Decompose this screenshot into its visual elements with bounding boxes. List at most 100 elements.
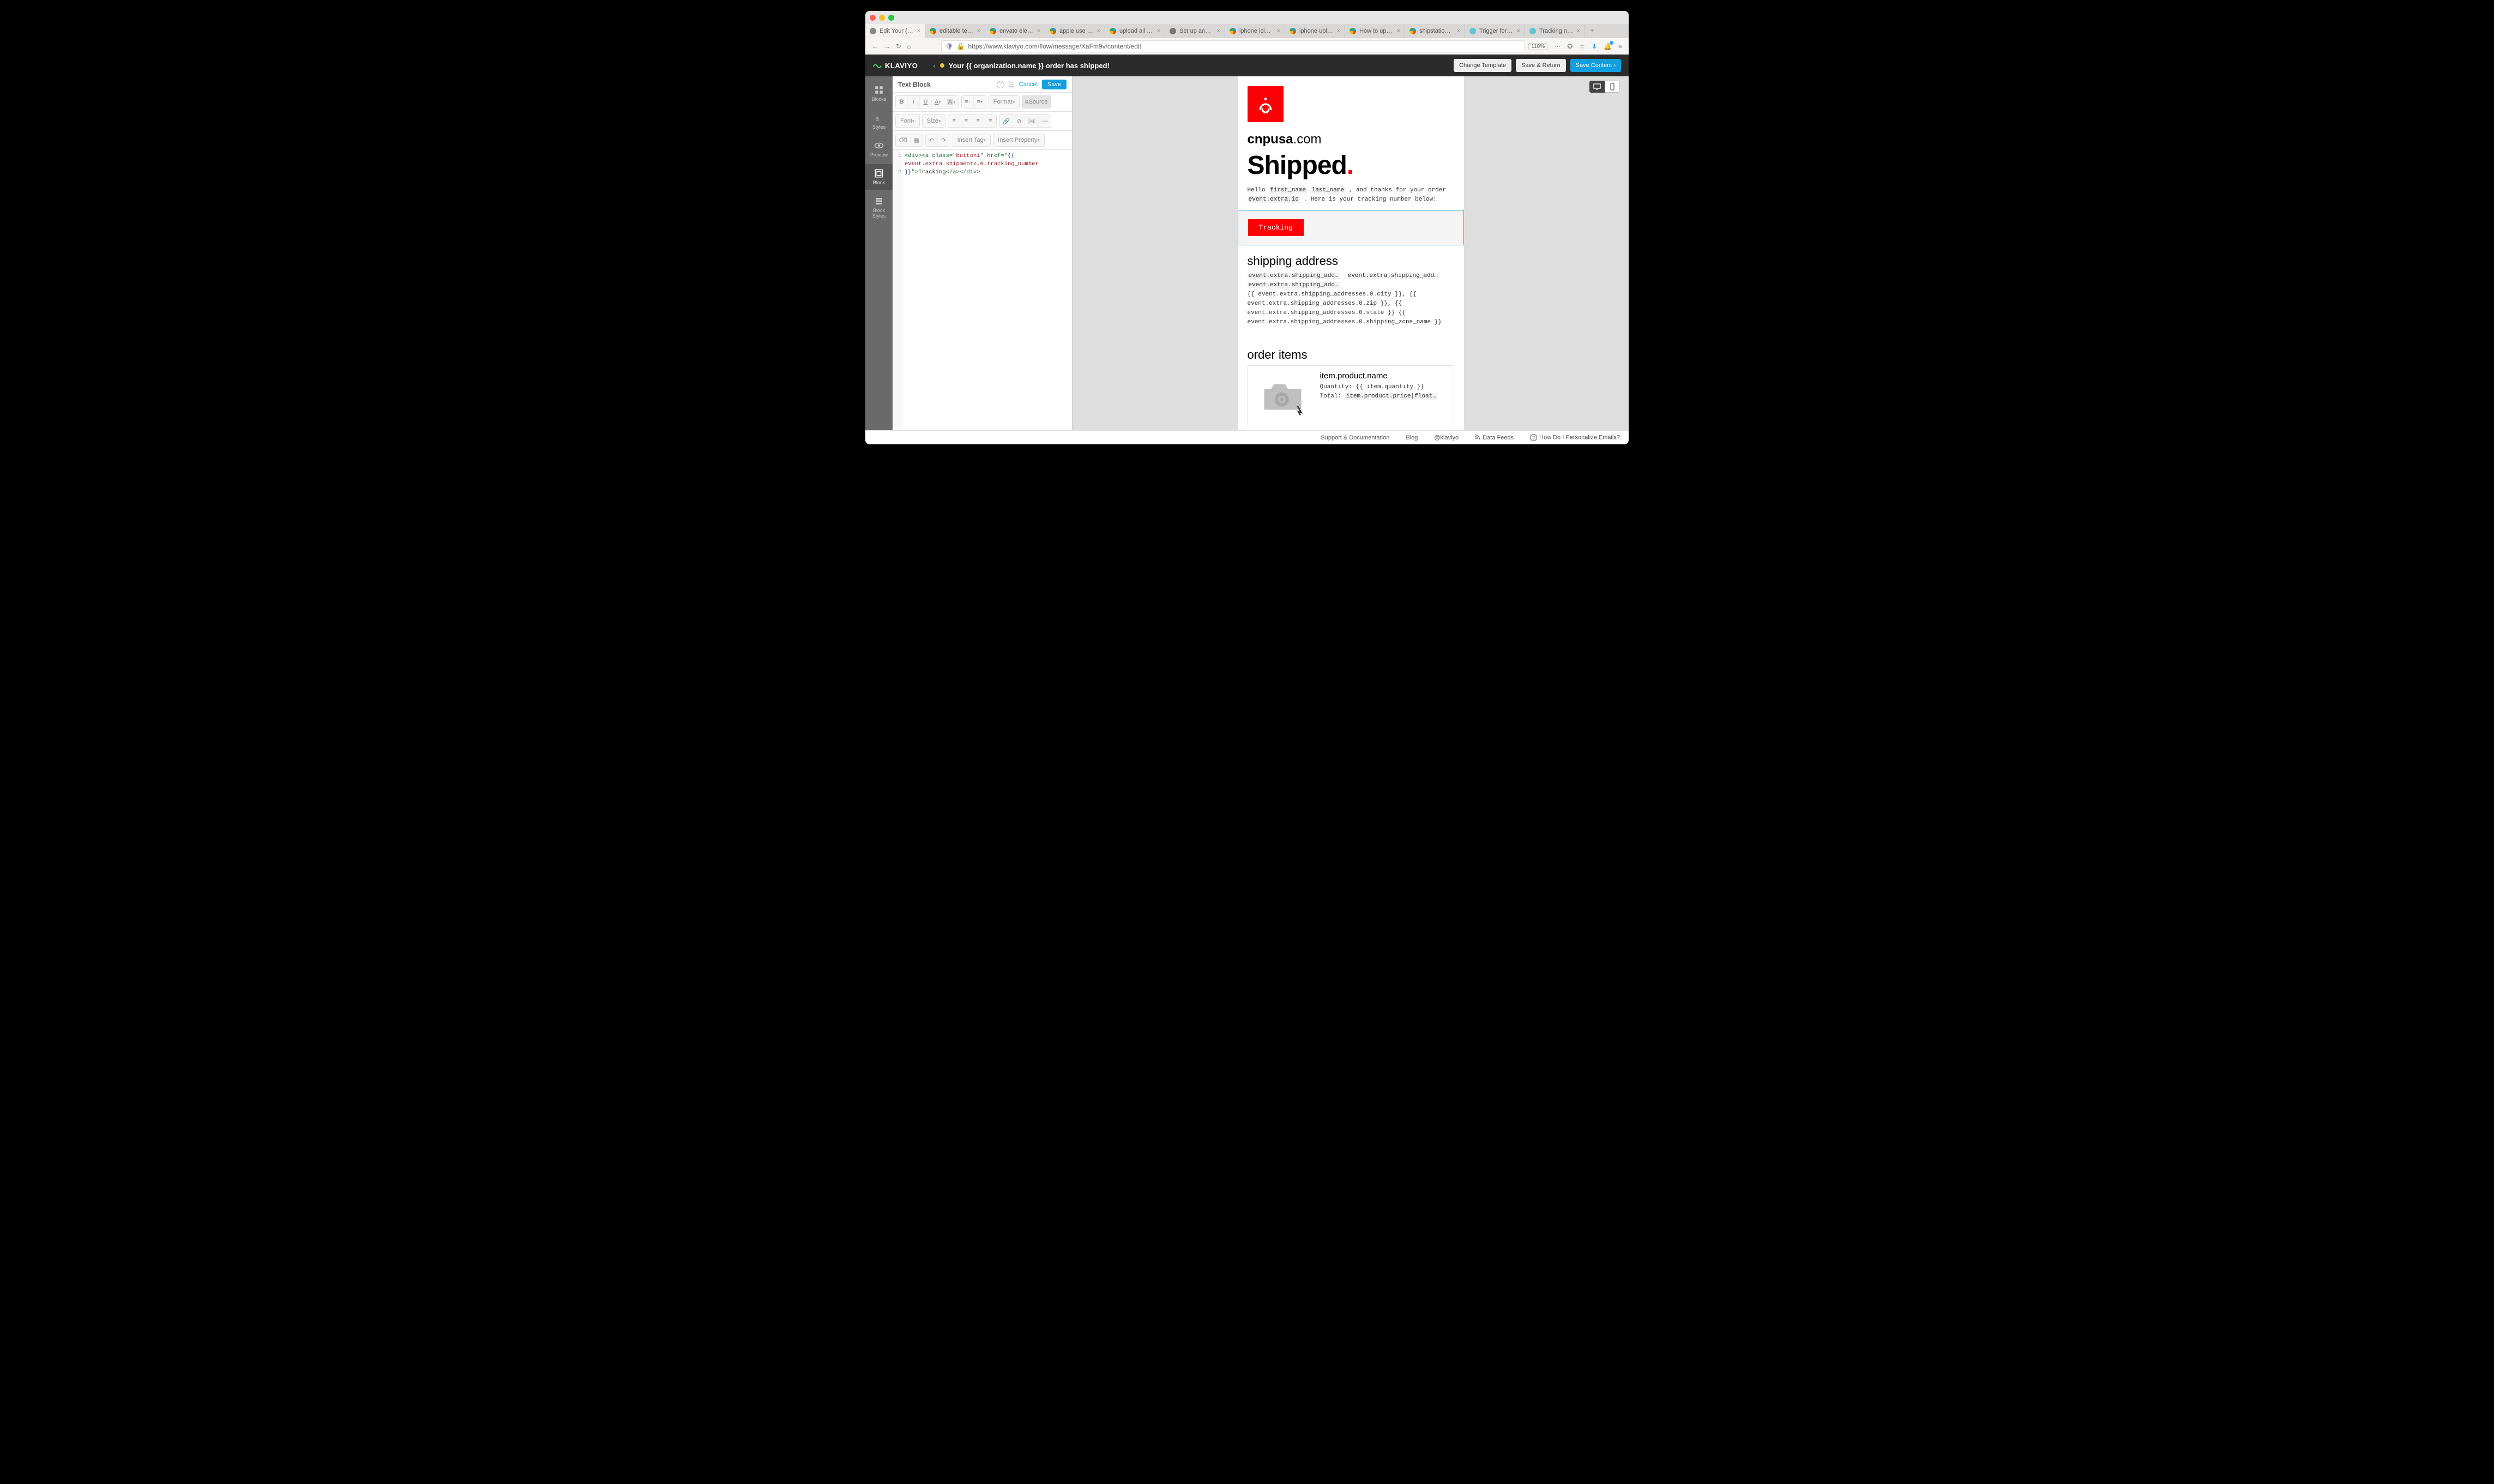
klaviyo-header: KLAVIYO ‹ Your {{ organization.name }} o…: [865, 55, 1629, 76]
underline-button[interactable]: U: [920, 96, 932, 108]
close-tab-icon[interactable]: ×: [1277, 28, 1280, 34]
support-link[interactable]: Support & Documentation: [1321, 435, 1389, 441]
source-editor[interactable]: 1 2 <div><a class="button1" href="{{even…: [893, 150, 1072, 430]
browser-tab[interactable]: iphone upload photo×: [1285, 24, 1345, 38]
save-return-button[interactable]: Save & Return: [1516, 59, 1566, 72]
code-content[interactable]: <div><a class="button1" href="{{event.ex…: [902, 150, 1072, 430]
change-template-button[interactable]: Change Template: [1454, 59, 1511, 72]
italic-button[interactable]: I: [908, 96, 920, 108]
favicon-icon: [1469, 28, 1476, 34]
font-select[interactable]: Font: [896, 115, 919, 127]
menu-icon[interactable]: ≡: [1618, 43, 1622, 50]
klaviyo-logo[interactable]: KLAVIYO: [873, 61, 918, 70]
browser-tab[interactable]: editable text effects×: [925, 24, 985, 38]
data-feeds-link[interactable]: Data Feeds: [1475, 434, 1514, 441]
home-icon[interactable]: ⌂: [907, 43, 911, 50]
browser-tab[interactable]: Tracking number fro×: [1525, 24, 1585, 38]
rail-styles[interactable]: a Styles: [865, 108, 893, 134]
bookmark-icon[interactable]: ☆: [1579, 43, 1585, 50]
browser-tab[interactable]: Set up and use iClo×: [1165, 24, 1225, 38]
close-tab-icon[interactable]: ×: [1457, 28, 1460, 34]
rail-blocks[interactable]: Blocks: [865, 81, 893, 106]
insert-property-select[interactable]: Insert Property: [993, 134, 1044, 146]
download-icon[interactable]: ⬇: [1592, 43, 1597, 50]
rail-block[interactable]: Block: [865, 164, 893, 190]
link-button[interactable]: 🔗: [999, 115, 1013, 127]
cancel-button[interactable]: Cancel: [1019, 81, 1038, 88]
close-tab-icon[interactable]: ×: [977, 28, 980, 34]
hr-button[interactable]: —: [1039, 115, 1051, 127]
browser-tab[interactable]: iphone icloud uploa×: [1225, 24, 1285, 38]
table-button[interactable]: ▦: [911, 134, 923, 146]
tracking-button[interactable]: Tracking: [1248, 219, 1304, 236]
browser-tab[interactable]: envato element edit×: [985, 24, 1045, 38]
source-button[interactable]: ⧉ Source: [1022, 96, 1050, 108]
twitter-link[interactable]: @klaviyo: [1434, 435, 1459, 441]
close-tab-icon[interactable]: ×: [1217, 28, 1220, 34]
zoom-badge[interactable]: 110%: [1528, 43, 1547, 50]
close-tab-icon[interactable]: ×: [1097, 28, 1100, 34]
image-button[interactable]: 🖼: [1025, 115, 1039, 127]
notification-icon[interactable]: 🔔: [1604, 43, 1612, 50]
close-tab-icon[interactable]: ×: [917, 28, 920, 34]
email-subject-bar[interactable]: ‹ Your {{ organization.name }} order has…: [933, 62, 1110, 70]
more-icon[interactable]: ⋯: [1554, 43, 1561, 50]
clear-format-button[interactable]: ⌫: [896, 134, 911, 146]
insert-tag-select[interactable]: Insert Tag: [953, 134, 991, 146]
new-tab-button[interactable]: +: [1585, 24, 1599, 38]
format-select[interactable]: Format: [989, 96, 1019, 108]
address-bar[interactable]: 🛡 🔒 https://www.klaviyo.com/flow/message…: [941, 40, 1525, 52]
redo-button[interactable]: ↷: [938, 134, 950, 146]
forward-icon[interactable]: →: [884, 43, 890, 50]
desktop-view-button[interactable]: [1589, 81, 1605, 93]
back-icon[interactable]: ←: [872, 43, 878, 50]
size-select[interactable]: Size: [923, 115, 945, 127]
cnp-logo-icon: [1255, 94, 1276, 114]
close-tab-icon[interactable]: ×: [1517, 28, 1520, 34]
personalize-help-link[interactable]: How Do I Personalize Emails?: [1530, 434, 1620, 441]
ol-button[interactable]: ≡·: [962, 96, 974, 108]
shipping-address-block: event.extra.shipping_add… event.extra.sh…: [1248, 272, 1454, 327]
favicon-icon: [930, 28, 936, 34]
text-color-button[interactable]: A: [932, 96, 944, 108]
close-tab-icon[interactable]: ×: [1397, 28, 1400, 34]
close-tab-icon[interactable]: ×: [1337, 28, 1340, 34]
save-content-button[interactable]: Save Content ›: [1570, 59, 1621, 72]
browser-tab[interactable]: apple use cloud sto×: [1045, 24, 1105, 38]
browser-tab[interactable]: shipstation delivere×: [1405, 24, 1465, 38]
rail-preview[interactable]: Preview: [865, 136, 893, 162]
minimize-window-icon[interactable]: [879, 15, 885, 21]
tab-label: envato element edit: [999, 28, 1034, 34]
bg-color-button[interactable]: A: [944, 96, 959, 108]
align-center-button[interactable]: ≡: [960, 115, 972, 127]
browser-tab[interactable]: Trigger for Package×: [1465, 24, 1525, 38]
tracking-block-selected[interactable]: Tracking: [1238, 210, 1464, 245]
shipping-address-heading: shipping address: [1248, 254, 1454, 268]
zoom-window-icon[interactable]: [888, 15, 894, 21]
help-icon[interactable]: ?: [997, 81, 1004, 88]
rail-blockstyles[interactable]: Block Styles: [865, 192, 893, 223]
bold-button[interactable]: B: [896, 96, 908, 108]
editor-panel: Text Block ? ☰ Cancel Save B I U A A: [893, 76, 1073, 430]
browser-tab[interactable]: How to upload phot×: [1345, 24, 1405, 38]
protection-icon[interactable]: ✪: [1567, 43, 1573, 50]
left-rail: Blocks a Styles Preview Block Block Styl…: [865, 76, 893, 430]
ul-button[interactable]: ≡•: [974, 96, 986, 108]
columns-icon[interactable]: ☰: [1009, 81, 1015, 88]
browser-tab[interactable]: upload all iphone ph×: [1105, 24, 1165, 38]
mobile-view-button[interactable]: [1605, 81, 1620, 93]
browser-tab[interactable]: Edit Your {{ organiza×: [865, 24, 925, 38]
close-tab-icon[interactable]: ×: [1157, 28, 1160, 34]
close-tab-icon[interactable]: ×: [1037, 28, 1040, 34]
align-right-button[interactable]: ≡: [972, 115, 984, 127]
reload-icon[interactable]: ↻: [896, 43, 901, 50]
align-justify-button[interactable]: ≡: [984, 115, 996, 127]
blog-link[interactable]: Blog: [1406, 435, 1418, 441]
align-left-button[interactable]: ≡: [948, 115, 960, 127]
close-tab-icon[interactable]: ×: [1577, 28, 1580, 34]
undo-button[interactable]: ↶: [926, 134, 938, 146]
close-window-icon[interactable]: [870, 15, 876, 21]
save-button[interactable]: Save: [1042, 80, 1067, 89]
unlink-button[interactable]: ⊘: [1013, 115, 1025, 127]
desktop-icon: [1593, 83, 1601, 90]
